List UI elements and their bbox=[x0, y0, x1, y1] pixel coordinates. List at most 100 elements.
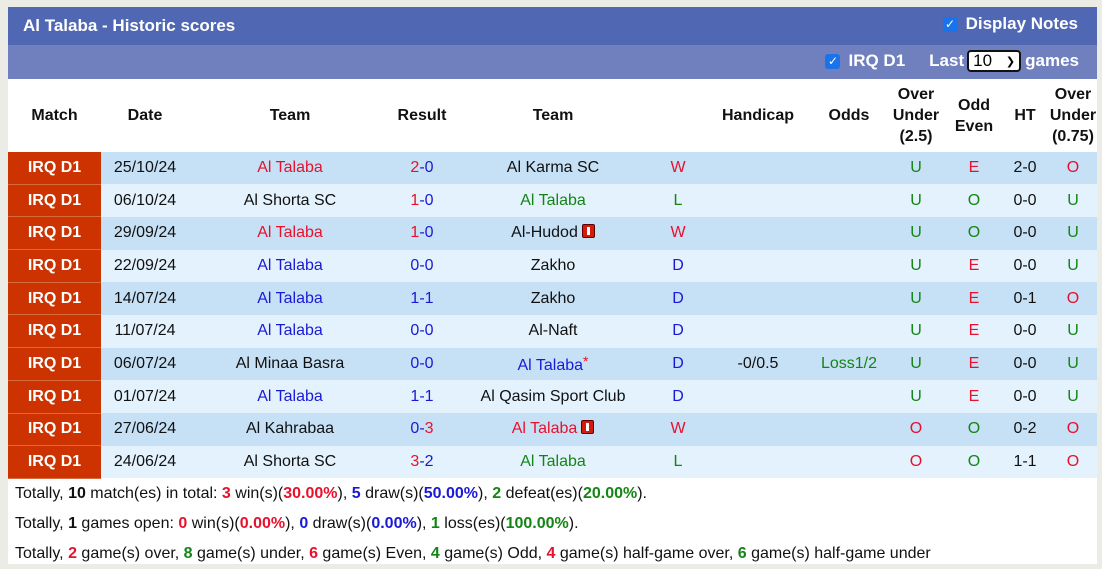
summary-over-under: Totally, 2 game(s) over, 8 game(s) under… bbox=[15, 539, 1097, 569]
home-team-name[interactable]: Al Kahrabaa bbox=[246, 420, 334, 437]
home-score: 1 bbox=[410, 289, 420, 307]
display-notes-label: Display Notes bbox=[965, 14, 1078, 33]
table-row[interactable]: IRQ D1 06/07/24 Al Minaa Basra 0-0 Al Talaba… bbox=[8, 347, 1097, 381]
table-row[interactable]: IRQ D1 22/09/24 Al Talaba 0-0 Zakho D U E 0-0 U bbox=[8, 249, 1097, 283]
result-cell[interactable]: 0-0 bbox=[391, 314, 453, 348]
home-score: 1 bbox=[410, 224, 420, 242]
odds-cell bbox=[813, 216, 885, 250]
home-team-cell[interactable]: Al Talaba bbox=[189, 216, 391, 250]
handicap-cell bbox=[703, 216, 813, 250]
away-team-name[interactable]: Al-Naft bbox=[529, 322, 578, 339]
result-cell[interactable]: 1-0 bbox=[391, 216, 453, 250]
over-under-cell: U bbox=[885, 216, 947, 250]
away-team-name[interactable]: Zakho bbox=[531, 257, 575, 274]
home-team-name[interactable]: Al Talaba bbox=[257, 257, 323, 274]
home-team-cell[interactable]: Al Kahrabaa bbox=[189, 413, 391, 446]
home-team-cell[interactable]: Al Talaba bbox=[189, 314, 391, 348]
table-row[interactable]: IRQ D1 01/07/24 Al Talaba 1-1 Al Qasim Sport… bbox=[8, 380, 1097, 414]
away-team-cell[interactable]: Al Karma SC bbox=[453, 152, 653, 185]
away-team-cell[interactable]: Zakho bbox=[453, 249, 653, 283]
summary-segment: 0.00% bbox=[239, 514, 286, 532]
summary-segment: draw(s)( bbox=[360, 484, 424, 502]
win-loss-cell: W bbox=[653, 216, 703, 250]
table-row[interactable]: IRQ D1 14/07/24 Al Talaba 1-1 Zakho D U E 0-1 O bbox=[8, 282, 1097, 316]
result-cell[interactable]: 0-0 bbox=[391, 347, 453, 381]
odds-cell: Loss1/2 bbox=[813, 347, 885, 381]
league-cell[interactable]: IRQ D1 bbox=[8, 380, 101, 414]
ht-score-cell: 0-1 bbox=[1001, 282, 1049, 315]
summary-segment: ), bbox=[416, 514, 431, 532]
home-team-name[interactable]: Al Shorta SC bbox=[244, 192, 336, 209]
result-cell[interactable]: 0-3 bbox=[391, 413, 453, 446]
over-under-075-cell: O bbox=[1049, 152, 1097, 185]
home-team-cell[interactable]: Al Talaba bbox=[189, 249, 391, 283]
away-team-name[interactable]: Al Qasim Sport Club bbox=[481, 388, 626, 405]
summary-segment: 20.00% bbox=[582, 484, 638, 502]
away-team-cell[interactable]: Al Talaba bbox=[453, 445, 653, 479]
away-team-cell[interactable]: Al-Naft bbox=[453, 314, 653, 348]
away-team-cell[interactable]: Al-Hudod bbox=[453, 216, 653, 250]
away-team-cell[interactable]: Al Qasim Sport Club bbox=[453, 380, 653, 413]
away-score: 3 bbox=[424, 420, 434, 438]
result-cell[interactable]: 3-2 bbox=[391, 445, 453, 479]
home-team-name[interactable]: Al Talaba bbox=[257, 224, 323, 241]
display-notes-checkbox[interactable]: ✓ bbox=[942, 16, 958, 32]
away-team-name[interactable]: Al-Hudod bbox=[511, 224, 578, 241]
league-cell[interactable]: IRQ D1 bbox=[8, 282, 101, 316]
odd-even-cell: O bbox=[947, 413, 1001, 446]
league-cell[interactable]: IRQ D1 bbox=[8, 445, 101, 479]
away-team-name[interactable]: Al Karma SC bbox=[507, 159, 599, 176]
home-team-name[interactable]: Al Talaba bbox=[257, 388, 323, 405]
result-cell[interactable]: 0-0 bbox=[391, 249, 453, 283]
ht-score-cell: 0-0 bbox=[1001, 216, 1049, 250]
date-cell: 24/06/24 bbox=[101, 445, 189, 479]
result-cell[interactable]: 1-1 bbox=[391, 380, 453, 413]
away-team-name[interactable]: Al Talaba bbox=[520, 453, 586, 470]
home-team-cell[interactable]: Al Minaa Basra bbox=[189, 347, 391, 381]
league-cell[interactable]: IRQ D1 bbox=[8, 184, 101, 218]
away-team-name[interactable]: Al Talaba bbox=[512, 420, 578, 437]
away-team-cell[interactable]: Zakho bbox=[453, 282, 653, 315]
games-count-select[interactable]: 10 ❯ bbox=[967, 50, 1022, 72]
league-filter-checkbox[interactable]: ✓ bbox=[825, 53, 841, 69]
home-team-name[interactable]: Al Minaa Basra bbox=[236, 355, 345, 372]
away-team-cell[interactable]: Al Talaba bbox=[453, 184, 653, 217]
league-cell[interactable]: IRQ D1 bbox=[8, 314, 101, 349]
win-loss-cell: L bbox=[653, 184, 703, 217]
table-row[interactable]: IRQ D1 24/06/24 Al Shorta SC 3-2 Al Talaba L O… bbox=[8, 445, 1097, 479]
away-team-name[interactable]: Zakho bbox=[531, 290, 575, 307]
league-cell[interactable]: IRQ D1 bbox=[8, 216, 101, 251]
home-team-cell[interactable]: Al Shorta SC bbox=[189, 184, 391, 217]
summary-segment: 30.00% bbox=[283, 484, 338, 502]
display-notes-toggle[interactable]: ✓ Display Notes bbox=[942, 14, 1078, 34]
league-cell[interactable]: IRQ D1 bbox=[8, 249, 101, 283]
table-row[interactable]: IRQ D1 11/07/24 Al Talaba 0-0 Al-Naft D U E 0-0 U bbox=[8, 314, 1097, 349]
league-cell[interactable]: IRQ D1 bbox=[8, 347, 101, 381]
league-cell[interactable]: IRQ D1 bbox=[8, 413, 101, 447]
last-label: Last bbox=[929, 51, 965, 70]
summary-segment: 10 bbox=[68, 484, 86, 502]
summary-segment: 0 bbox=[178, 514, 188, 532]
home-team-name[interactable]: Al Talaba bbox=[257, 159, 323, 176]
table-row[interactable]: IRQ D1 29/09/24 Al Talaba 1-0 Al-Hudod W U O 0-0… bbox=[8, 216, 1097, 251]
home-team-name[interactable]: Al Talaba bbox=[257, 322, 323, 339]
home-team-cell[interactable]: Al Talaba bbox=[189, 380, 391, 413]
odd-even-cell: O bbox=[947, 216, 1001, 250]
home-team-cell[interactable]: Al Talaba bbox=[189, 282, 391, 315]
home-team-name[interactable]: Al Talaba bbox=[257, 290, 323, 307]
result-cell[interactable]: 2-0 bbox=[391, 152, 453, 185]
result-cell[interactable]: 1-1 bbox=[391, 282, 453, 315]
league-cell[interactable]: IRQ D1 bbox=[8, 152, 101, 185]
home-score: 0 bbox=[410, 256, 420, 274]
away-team-cell[interactable]: Al Talaba bbox=[453, 413, 653, 446]
away-team-name[interactable]: Al Talaba bbox=[520, 192, 586, 209]
away-team-cell[interactable]: Al Talaba* bbox=[453, 347, 653, 381]
table-row[interactable]: IRQ D1 25/10/24 Al Talaba 2-0 Al Karma SC W U E… bbox=[8, 152, 1097, 185]
table-row[interactable]: IRQ D1 27/06/24 Al Kahrabaa 0-3 Al Talaba W O O… bbox=[8, 413, 1097, 447]
home-team-cell[interactable]: Al Talaba bbox=[189, 152, 391, 185]
home-team-cell[interactable]: Al Shorta SC bbox=[189, 445, 391, 479]
table-row[interactable]: IRQ D1 06/10/24 Al Shorta SC 1-0 Al Talaba L U… bbox=[8, 184, 1097, 218]
away-team-name[interactable]: Al Talaba bbox=[518, 357, 584, 374]
home-team-name[interactable]: Al Shorta SC bbox=[244, 453, 336, 470]
result-cell[interactable]: 1-0 bbox=[391, 184, 453, 217]
